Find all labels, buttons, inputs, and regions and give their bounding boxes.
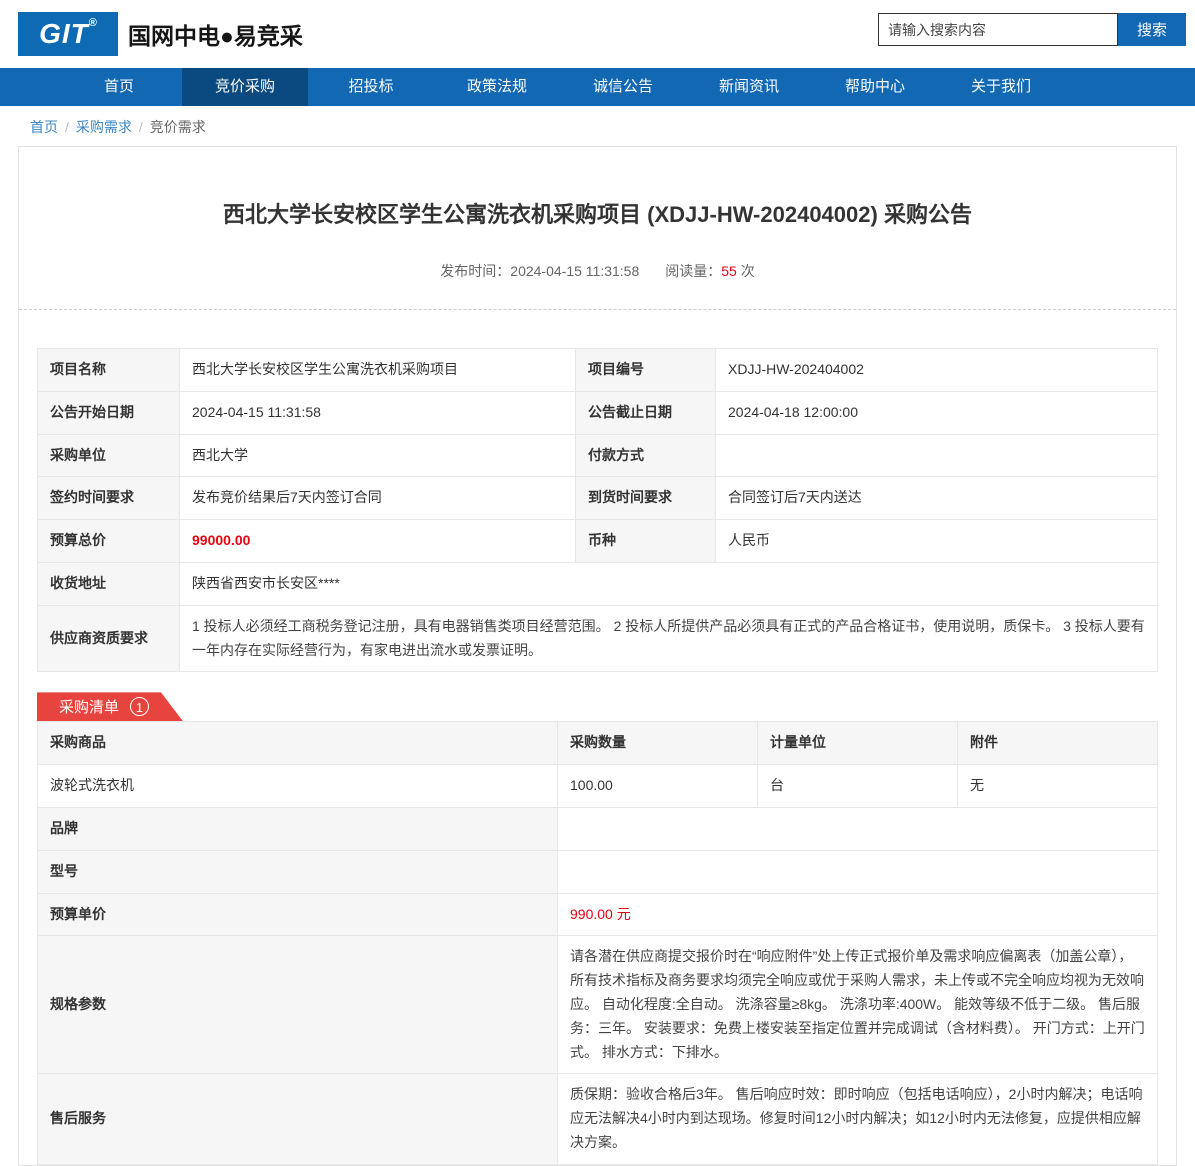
breadcrumb-home[interactable]: 首页 [30,119,58,135]
column-header-product: 采购商品 [37,721,558,766]
search-bar: 搜索 [878,13,1186,46]
project-info-table: 项目名称 西北大学长安校区学生公寓洗衣机采购项目 项目编号 XDJJ-HW-20… [37,348,1158,673]
total-budget-value: 99000.00 [179,519,576,563]
info-label: 公告开始日期 [37,390,180,435]
product-name: 波轮式洗衣机 [37,764,558,808]
info-label: 签约时间要求 [37,476,180,521]
info-label: 预算总价 [37,519,180,563]
nav-item-help[interactable]: 帮助中心 [812,68,938,106]
announcement-card: 西北大学长安校区学生公寓洗衣机采购项目 (XDJJ-HW-202404002) … [18,146,1177,1166]
views-label: 阅读量： [665,263,722,279]
spec-params-value: 请各潜在供应商提交报价时在“响应附件”处上传正式报价单及需求响应偏离表（加盖公章… [557,935,1158,1075]
info-label: 付款方式 [575,433,716,478]
page-title: 西北大学长安校区学生公寓洗衣机采购项目 (XDJJ-HW-202404002) … [223,202,972,227]
table-row: 项目名称 西北大学长安校区学生公寓洗衣机采购项目 项目编号 XDJJ-HW-20… [37,348,1158,392]
table-row: 签约时间要求 发布竞价结果后7天内签订合同 到货时间要求 合同签订后7天内送达 [37,476,1158,521]
info-value: 西北大学 [179,433,576,478]
info-label: 到货时间要求 [575,476,716,521]
table-row: 售后服务 质保期：验收合格后3年。 售后响应时效：即时响应（包括电话响应），2小… [37,1073,1158,1165]
info-label: 项目编号 [575,348,716,392]
table-row: 收货地址 陕西省西安市长安区**** [37,561,1158,606]
registered-mark-icon: ® [88,17,97,29]
delivery-address-value: 陕西省西安市长安区**** [179,561,1158,606]
purchase-list-badge: 采购清单 1 [37,692,183,721]
column-header-attachment: 附件 [957,721,1158,766]
table-row: 供应商资质要求 1 投标人必须经工商税务登记注册，具有电器销售类项目经营范围。 … [37,604,1158,673]
nav-item-news[interactable]: 新闻资讯 [686,68,812,106]
breadcrumb: 首页 / 采购需求 / 竞价需求 [0,106,1195,146]
nav-item-policy[interactable]: 政策法规 [434,68,560,106]
table-row: 波轮式洗衣机 100.00 台 无 [37,764,1158,808]
detail-label: 型号 [37,849,558,894]
table-row: 型号 [37,849,1158,894]
column-header-quantity: 采购数量 [557,721,758,766]
logo-text: GIT [39,18,89,49]
publish-time-label: 发布时间： [440,263,511,279]
product-attachment: 无 [957,764,1158,808]
nav-item-about[interactable]: 关于我们 [938,68,1064,106]
detail-label: 规格参数 [37,935,558,1075]
info-label: 公告截止日期 [575,390,716,435]
product-quantity: 100.00 [557,764,758,808]
table-header-row: 采购商品 采购数量 计量单位 附件 [37,721,1158,766]
purchase-list-table: 采购商品 采购数量 计量单位 附件 波轮式洗衣机 100.00 台 无 品牌 型… [37,721,1158,1165]
info-value: XDJJ-HW-202404002 [715,348,1158,392]
info-label: 项目名称 [37,348,180,392]
info-label: 币种 [575,519,716,563]
detail-label: 品牌 [37,806,558,851]
site-header: GIT ® 国网中电●易竞采 搜索 [0,0,1195,68]
site-title: 国网中电●易竞采 [128,23,303,49]
table-row: 预算单价 990.00 元 [37,892,1158,937]
info-value: 2024-04-18 12:00:00 [715,390,1158,435]
column-header-unit: 计量单位 [757,721,958,766]
table-row: 规格参数 请各潜在供应商提交报价时在“响应附件”处上传正式报价单及需求响应偏离表… [37,935,1158,1075]
publish-time-value: 2024-04-15 11:31:58 [510,263,640,279]
search-input[interactable] [878,13,1118,46]
purchase-list-section-header: 采购清单 1 [37,692,1158,721]
search-button[interactable]: 搜索 [1118,13,1186,46]
publish-info: 发布时间：2024-04-15 11:31:58 阅读量：55 次 [19,261,1176,310]
info-value [715,433,1158,478]
detail-label: 预算单价 [37,892,558,937]
supplier-qualification-value: 1 投标人必须经工商税务登记注册，具有电器销售类项目经营范围。 2 投标人所提供… [179,604,1158,673]
breadcrumb-purchase-demand[interactable]: 采购需求 [76,119,132,135]
info-label: 收货地址 [37,561,180,606]
views-count: 55 [721,263,737,279]
brand-value [557,806,1158,851]
purchase-list-count-badge: 1 [130,697,149,716]
info-value: 西北大学长安校区学生公寓洗衣机采购项目 [179,348,576,392]
breadcrumb-separator: / [138,119,143,135]
site-logo[interactable]: GIT ® [18,12,118,56]
product-unit: 台 [757,764,958,808]
table-row: 采购单位 西北大学 付款方式 [37,433,1158,478]
breadcrumb-separator: / [65,119,69,135]
info-value: 合同签订后7天内送达 [715,476,1158,521]
nav-item-bidding-purchase[interactable]: 竞价采购 [182,68,308,106]
table-row: 预算总价 99000.00 币种 人民币 [37,519,1158,563]
nav-item-tender[interactable]: 招投标 [308,68,434,106]
info-value: 2024-04-15 11:31:58 [179,390,576,435]
breadcrumb-current: 竞价需求 [149,119,206,135]
info-label: 采购单位 [37,433,180,478]
info-value: 人民币 [715,519,1158,563]
views-unit: 次 [740,263,755,279]
info-label: 供应商资质要求 [37,604,180,673]
unit-price-value: 990.00 元 [557,892,1158,937]
nav-item-integrity[interactable]: 诚信公告 [560,68,686,106]
model-value [557,849,1158,894]
after-sales-value: 质保期：验收合格后3年。 售后响应时效：即时响应（包括电话响应），2小时内解决；… [557,1073,1158,1165]
info-value: 发布竞价结果后7天内签订合同 [179,476,576,521]
table-row: 品牌 [37,806,1158,851]
table-row: 公告开始日期 2024-04-15 11:31:58 公告截止日期 2024-0… [37,390,1158,435]
main-nav: 首页 竞价采购 招投标 政策法规 诚信公告 新闻资讯 帮助中心 关于我们 [0,68,1195,106]
nav-item-home[interactable]: 首页 [56,68,182,106]
purchase-list-badge-label: 采购清单 [59,699,120,717]
detail-label: 售后服务 [37,1073,558,1165]
